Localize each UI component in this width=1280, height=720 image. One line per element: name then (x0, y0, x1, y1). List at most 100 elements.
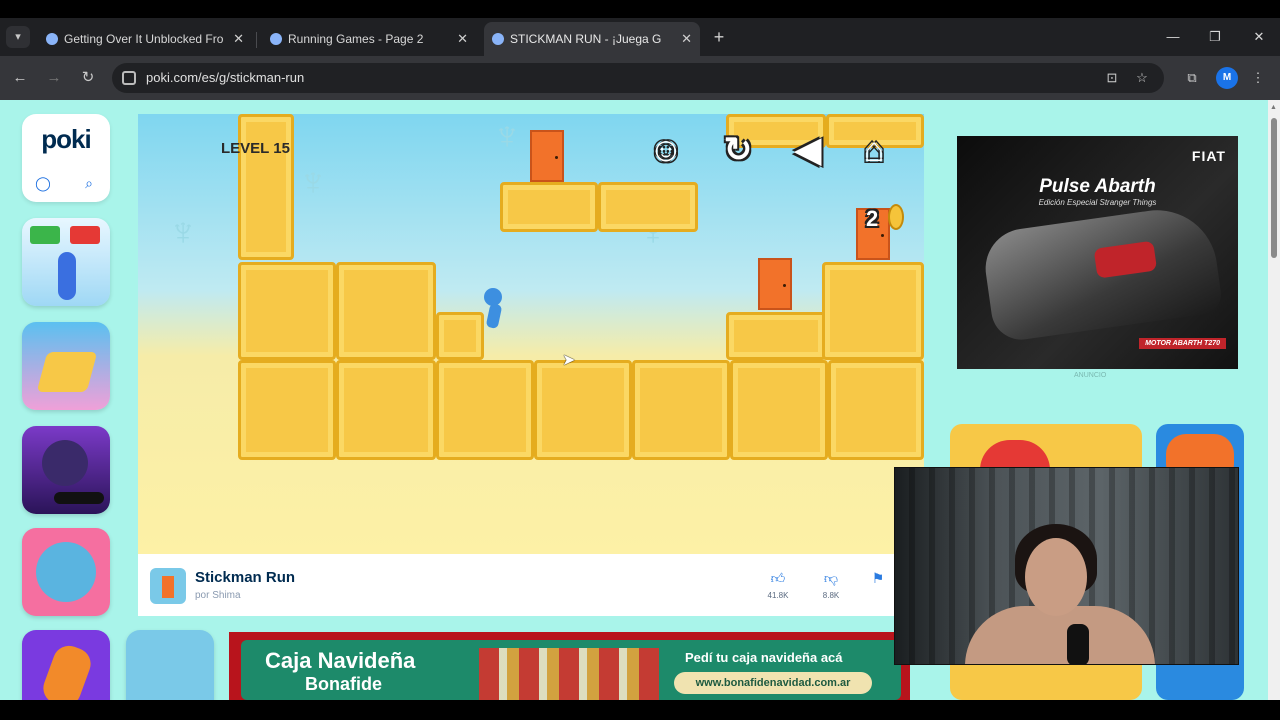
close-window-button[interactable]: ✕ (1244, 26, 1274, 48)
block-step (726, 312, 826, 360)
game-icon (150, 568, 186, 604)
tab-close-icon[interactable]: ✕ (457, 22, 468, 56)
floor-block (336, 360, 436, 460)
thumb-graphic (36, 542, 96, 602)
coin-icon (888, 204, 904, 230)
ad-label: ANUNCIO (1074, 372, 1107, 379)
restart-icon[interactable]: ↻ (714, 126, 762, 174)
palm-tree: ♆ (168, 210, 198, 254)
ad-brand: FIAT (1191, 148, 1226, 164)
tab-title: Getting Over It Unblocked Fro (64, 32, 224, 46)
banner-title: Caja Navideña (265, 648, 416, 673)
profile-avatar[interactable]: M (1216, 67, 1238, 89)
floor-block (730, 360, 828, 460)
like-button[interactable]: 👍︎ 41.8K (760, 570, 796, 600)
thumb-graphic (42, 440, 88, 486)
coin-count: 2 (866, 206, 879, 231)
address-toolbar: ← → ↻ poki.com/es/g/stickman-run ⊡ ☆ ⧉ M… (0, 56, 1280, 100)
site-info-icon[interactable] (122, 71, 136, 85)
stickman-body (485, 303, 503, 329)
block-tower (238, 114, 294, 260)
user-icon[interactable]: ◯ (32, 172, 54, 194)
report-button[interactable]: ⚑ (866, 570, 890, 587)
thumb-graphic (70, 226, 100, 244)
tab-stickman-run[interactable]: STICKMAN RUN - ¡Juega G ✕ (484, 22, 700, 56)
restore-button[interactable]: ❐ (1200, 26, 1230, 48)
thumb-graphic (54, 492, 104, 504)
scroll-up-icon[interactable]: ▲ (1270, 104, 1277, 111)
block (238, 262, 336, 360)
like-count: 41.8K (767, 591, 789, 600)
tab-running-games[interactable]: Running Games - Page 2 ✕ (262, 22, 476, 56)
level-indicator: LEVEL 15 (221, 140, 290, 157)
mouse-cursor-icon: ➤ (562, 352, 576, 369)
thumbs-up-icon: 👍︎ (770, 570, 786, 586)
sound-icon[interactable]: ◀ (784, 126, 832, 174)
bookmark-star-icon[interactable]: ☆ (1132, 69, 1152, 87)
banner-promo: Pedí tu caja navideña acá (685, 650, 843, 665)
block-platform (500, 182, 598, 232)
thumb-graphic (30, 226, 60, 244)
scrollbar-thumb[interactable] (1271, 118, 1277, 258)
reload-icon[interactable]: ↻ (76, 66, 100, 90)
game-thumb-parkour[interactable] (126, 630, 214, 700)
ad-engine-image (980, 202, 1224, 344)
banner-products-image (479, 648, 659, 700)
floor-block (632, 360, 730, 460)
tab-separator (256, 32, 257, 48)
dislike-button[interactable]: 👎︎ 8.8K (813, 570, 849, 600)
floor-block (828, 360, 924, 460)
extensions-icon[interactable]: ⧉ (1182, 68, 1202, 88)
block-platform (598, 182, 698, 232)
palm-tree: ♆ (492, 114, 522, 158)
tab-close-icon[interactable]: ✕ (681, 22, 692, 56)
ad-fiat-pulse[interactable]: FIAT Pulse Abarth Edición Especial Stran… (957, 136, 1238, 369)
ad-banner-bonafide[interactable]: Caja Navideña Bonafide Pedí tu caja navi… (229, 632, 910, 700)
game-thumb-subway-surfers[interactable] (22, 322, 110, 410)
game-thumb-hair-ball[interactable] (22, 528, 110, 616)
game-thumb-count-masters[interactable] (22, 218, 110, 306)
new-tab-button[interactable]: + (708, 26, 730, 48)
tab-close-icon[interactable]: ✕ (233, 22, 244, 56)
back-arrow-icon[interactable]: ← (8, 66, 32, 90)
game-info-bar: Stickman Run por Shima 👍︎ 41.8K 👎︎ 8.8K … (138, 554, 924, 616)
webcam-overlay (894, 467, 1239, 665)
tab-bar: ▾ Getting Over It Unblocked Fro ✕ Runnin… (0, 18, 1280, 56)
home-icon[interactable]: ⌂ (850, 126, 898, 174)
block (336, 262, 436, 360)
install-app-icon[interactable]: ⊡ (1102, 69, 1122, 87)
address-bar[interactable]: poki.com/es/g/stickman-run ⊡ ☆ (112, 63, 1164, 93)
thumb-graphic (58, 252, 76, 300)
microphone (1067, 624, 1089, 664)
game-author[interactable]: por Shima (195, 590, 241, 601)
block-step (436, 312, 484, 360)
ad-title: Pulse Abarth (1039, 176, 1156, 197)
tab-title: Running Games - Page 2 (288, 32, 424, 46)
more-menu-icon[interactable]: ⋮ (1248, 68, 1268, 88)
floor-block (436, 360, 534, 460)
banner-url[interactable]: www.bonafidenavidad.com.ar (674, 672, 872, 694)
block (822, 262, 924, 360)
search-icon[interactable]: ⌕ (78, 172, 100, 194)
thumbs-down-icon: 👎︎ (823, 570, 839, 586)
url-text: poki.com/es/g/stickman-run (146, 70, 305, 85)
tab-title: STICKMAN RUN - ¡Juega G (510, 32, 662, 46)
webcam-person-face (1025, 538, 1087, 616)
screen: ▾ Getting Over It Unblocked Fro ✕ Runnin… (0, 0, 1280, 720)
poki-logo-card[interactable]: poki ◯ ⌕ (22, 114, 110, 202)
game-canvas[interactable]: ♆ ♆ ♆ ♆ LEVEL 15 ☺ ↻ ◀ ⌂ 2 ➤ (138, 114, 924, 554)
dislike-count: 8.8K (822, 591, 840, 600)
page-scrollbar[interactable]: ▲ (1268, 100, 1280, 700)
skin-button-icon[interactable]: ☺ (642, 126, 690, 174)
game-thumb-ninja[interactable] (22, 426, 110, 514)
poki-logo[interactable]: poki (22, 124, 110, 155)
minimize-button[interactable]: — (1158, 26, 1188, 48)
tab-getting-over-it[interactable]: Getting Over It Unblocked Fro ✕ (38, 22, 252, 56)
ad-subtitle: Edición Especial Stranger Things (1038, 198, 1157, 207)
bottom-bar (0, 700, 1280, 720)
game-thumb-stickman-runner[interactable] (22, 630, 110, 700)
stickman-player (480, 288, 506, 330)
forward-arrow-icon[interactable]: → (42, 66, 66, 90)
tab-favicon-icon (270, 33, 282, 45)
tab-search-button[interactable]: ▾ (6, 26, 30, 48)
